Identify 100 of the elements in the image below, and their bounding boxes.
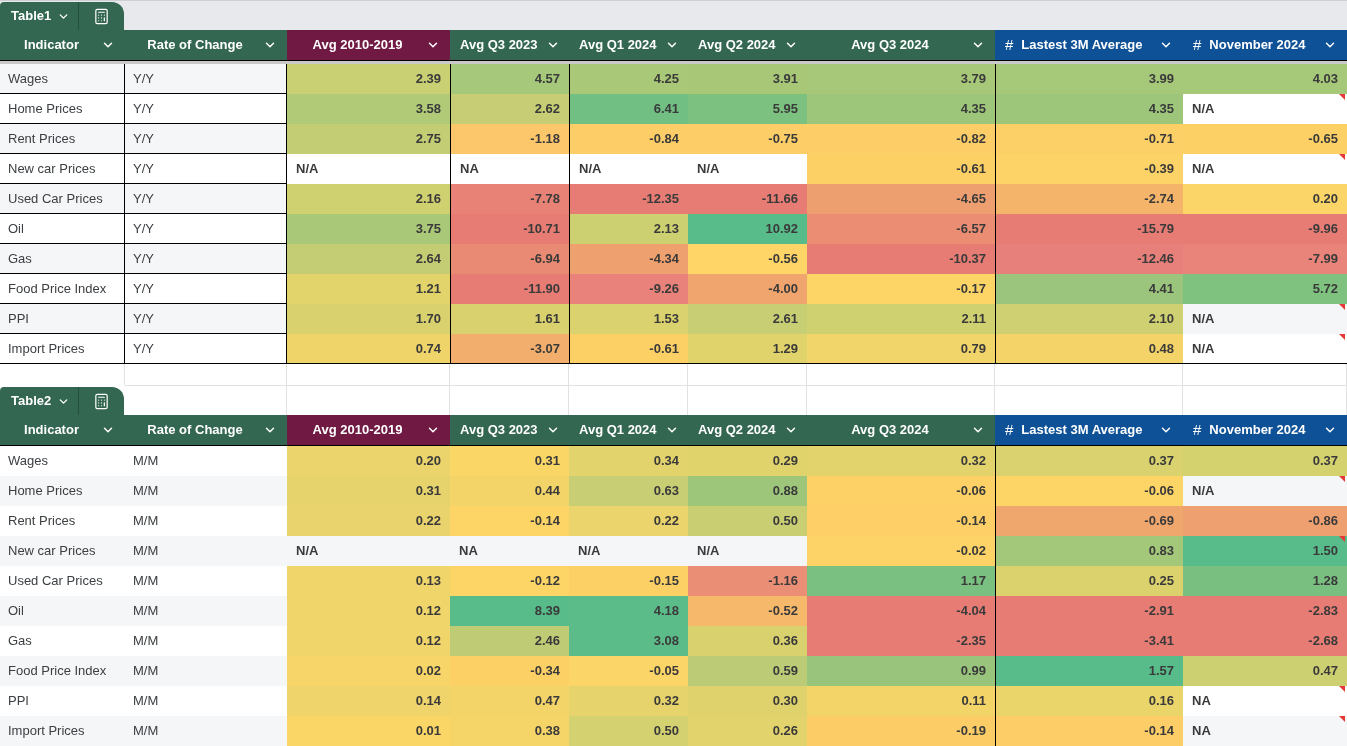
table-cell: -2.35: [807, 626, 995, 656]
table-cell: 0.12: [287, 596, 450, 626]
table-cell: 4.03: [1183, 64, 1347, 94]
column-header[interactable]: Avg 2010-2019: [287, 415, 450, 446]
table-cell: 1.70: [287, 304, 450, 334]
column-header[interactable]: Avg 2010-2019: [287, 30, 450, 61]
column-header[interactable]: # November 2024: [1183, 30, 1347, 61]
table-cell: 0.79: [807, 334, 995, 364]
table-cell: 4.35: [807, 94, 995, 124]
table-name-dropdown[interactable]: Table1: [0, 2, 79, 30]
table-cell: 0.11: [807, 686, 995, 716]
table-cell: M/M: [125, 476, 287, 506]
table-cell: -0.19: [807, 716, 995, 746]
table-cell: -0.61: [569, 334, 688, 364]
column-header[interactable]: Avg Q2 2024: [688, 30, 807, 61]
table-cell: 0.14: [287, 686, 450, 716]
table-cell: 0.32: [569, 686, 688, 716]
table-cell: -2.74: [995, 184, 1183, 214]
table-cell: -10.71: [450, 214, 569, 244]
table-cell: 8.39: [450, 596, 569, 626]
table-cell: Used Car Prices: [0, 184, 125, 214]
column-header[interactable]: Indicator: [0, 415, 125, 446]
table-cell: -4.04: [807, 596, 995, 626]
table-cell: N/A: [1183, 476, 1347, 506]
table-cell: 2.62: [450, 94, 569, 124]
table-cell: Y/Y: [125, 184, 287, 214]
table-cell: 0.22: [569, 506, 688, 536]
table-cell: -0.56: [688, 244, 807, 274]
table-cell: -0.71: [995, 124, 1183, 154]
table-cell: N/A: [688, 536, 807, 566]
table-cell: 0.20: [1183, 184, 1347, 214]
table-cell: 2.10: [995, 304, 1183, 334]
table-cell: PPI: [0, 304, 125, 334]
table-cell: -12.35: [569, 184, 688, 214]
column-header[interactable]: Avg Q3 2023: [450, 415, 569, 446]
table-cell: Y/Y: [125, 94, 287, 124]
table-cell: -0.12: [450, 566, 569, 596]
table-cell: -0.39: [995, 154, 1183, 184]
table-cell: New car Prices: [0, 536, 125, 566]
table-cell: Gas: [0, 244, 125, 274]
table-cell: -2.68: [1183, 626, 1347, 656]
table-cell: 0.02: [287, 656, 450, 686]
column-header[interactable]: Avg Q1 2024: [569, 30, 688, 61]
table-cell: -0.05: [569, 656, 688, 686]
table-cell: -0.82: [807, 124, 995, 154]
column-header[interactable]: Indicator: [0, 30, 125, 61]
column-header[interactable]: Rate of Change: [125, 30, 287, 61]
table-cell: -11.90: [450, 274, 569, 304]
column-header[interactable]: Avg Q3 2023: [450, 30, 569, 61]
table-cell: 10.92: [688, 214, 807, 244]
table-cell: Oil: [0, 596, 125, 626]
table-cell: 0.37: [1183, 446, 1347, 476]
table-cell: 2.16: [287, 184, 450, 214]
table-cell: Home Prices: [0, 94, 125, 124]
table-cell: N/A: [1183, 334, 1347, 364]
column-header[interactable]: # Lastest 3M Average: [995, 30, 1183, 61]
table-cell: NA: [450, 536, 569, 566]
table-cell: 1.57: [995, 656, 1183, 686]
column-header[interactable]: Avg Q3 2024: [807, 415, 995, 446]
table-cell: -7.99: [1183, 244, 1347, 274]
table-cell: 3.75: [287, 214, 450, 244]
table-cell: -0.14: [450, 506, 569, 536]
table-cell: 2.13: [569, 214, 688, 244]
sheet-tab[interactable]: Table1: [0, 2, 124, 30]
table-cell: Food Price Index: [0, 656, 125, 686]
table-cell: 0.38: [450, 716, 569, 746]
table-cell: Y/Y: [125, 334, 287, 364]
table-cell: Y/Y: [125, 304, 287, 334]
column-header[interactable]: Avg Q2 2024: [688, 415, 807, 446]
table-cell: -9.96: [1183, 214, 1347, 244]
table-cell: -0.84: [569, 124, 688, 154]
table-cell: 1.28: [1183, 566, 1347, 596]
table-cell: 0.36: [688, 626, 807, 656]
table-cell: 3.79: [807, 64, 995, 94]
table-cell: 2.11: [807, 304, 995, 334]
column-header[interactable]: # Lastest 3M Average: [995, 415, 1183, 446]
table-cell: -0.86: [1183, 506, 1347, 536]
column-header[interactable]: Avg Q1 2024: [569, 415, 688, 446]
table-cell: -12.46: [995, 244, 1183, 274]
column-header[interactable]: Rate of Change: [125, 415, 287, 446]
table-cell: 0.50: [569, 716, 688, 746]
table-cell: Y/Y: [125, 274, 287, 304]
table-cell: 0.47: [1183, 656, 1347, 686]
table-cell: 0.31: [450, 446, 569, 476]
table-cell: 5.95: [688, 94, 807, 124]
table-cell: 4.41: [995, 274, 1183, 304]
sheet-tab[interactable]: Table2: [0, 387, 124, 415]
table-cell: N/A: [1183, 304, 1347, 334]
table-cell: -0.02: [807, 536, 995, 566]
column-header[interactable]: # November 2024: [1183, 415, 1347, 446]
table-name-dropdown[interactable]: Table2: [0, 387, 79, 415]
table-cell: 2.39: [287, 64, 450, 94]
table-cell: -0.06: [807, 476, 995, 506]
table-cell: 0.20: [287, 446, 450, 476]
table-cell: 0.48: [995, 334, 1183, 364]
column-header[interactable]: Avg Q3 2024: [807, 30, 995, 61]
table-cell: 0.99: [807, 656, 995, 686]
table-cell: -0.65: [1183, 124, 1347, 154]
table-cell: -1.18: [450, 124, 569, 154]
table-cell: -9.26: [569, 274, 688, 304]
